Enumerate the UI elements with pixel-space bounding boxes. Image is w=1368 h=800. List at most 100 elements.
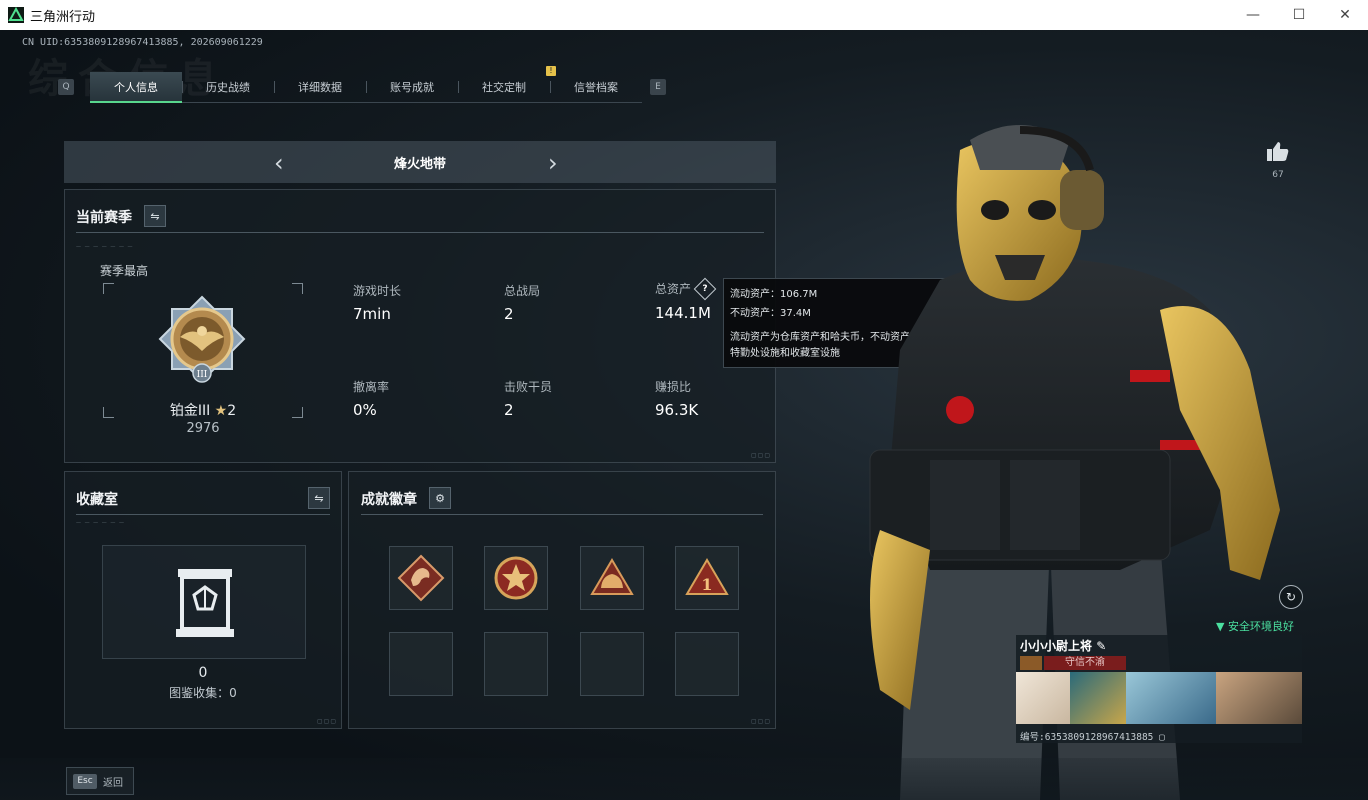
stat-value: 7min [353, 305, 391, 323]
stat-kills: 击败干员 2 [504, 378, 552, 419]
badge-slot[interactable] [580, 546, 644, 610]
window-title: 三角洲行动 [30, 9, 96, 25]
minimize-button[interactable]: — [1230, 0, 1276, 30]
like-widget[interactable]: 67 [1262, 140, 1294, 180]
security-status-text: 安全环境良好 [1227, 620, 1294, 633]
player-motto: 守信不渝 [1044, 656, 1126, 670]
stat-value: 2 [504, 401, 514, 419]
divider [361, 514, 763, 515]
star-medal-badge-icon [494, 556, 538, 600]
refresh-icon: ↻ [1285, 590, 1297, 604]
stat-value: 96.3K [655, 401, 699, 419]
collection-progress: 图鉴收集：0 [169, 686, 237, 700]
window-titlebar: 三角洲行动 — ☐ ✕ [0, 0, 1368, 31]
copy-icon[interactable]: ▢ [1159, 732, 1165, 743]
stat-label: 撤离率 [353, 380, 390, 394]
shield-icon: ▼ [1216, 620, 1225, 633]
badges-panel: 成就徽章 ⚙ 1 ▢▢▢ [348, 471, 776, 729]
panel-corner-decor: ▢▢▢ [750, 452, 771, 459]
app-logo-icon [8, 7, 24, 23]
esc-key: Esc [73, 773, 97, 789]
gear-icon: ⚙ [435, 491, 445, 505]
thumbs-up-icon [1267, 142, 1289, 161]
badge-slot[interactable] [389, 546, 453, 610]
game-viewport: 综合信息 CN UID:6353809128967413885, 2026090… [0, 30, 1368, 800]
tab-history[interactable]: 历史战绩 [182, 72, 274, 102]
stat-profit-ratio: 赚损比 96.3K [655, 378, 698, 419]
badge-slot[interactable]: 1 [675, 546, 739, 610]
decor-text: — — — — — — — [76, 244, 134, 250]
badge-slot-empty[interactable] [389, 632, 453, 696]
stat-total-matches: 总战局 2 [504, 282, 540, 323]
collection-title: 收藏室 [76, 492, 118, 508]
panel-corner-decor: ▢▢▢ [750, 718, 771, 725]
divider [76, 232, 764, 233]
tab-personal-info[interactable]: 个人信息 [90, 71, 182, 103]
player-name-text: 小小小尉上将 [1020, 639, 1093, 653]
uid-label: CN UID:6353809128967413885, 202609061229 [22, 37, 263, 48]
maximize-button[interactable]: ☐ [1276, 0, 1322, 30]
tooltip-fixed-assets: 不动资产：37.4M [730, 308, 811, 319]
collection-showcase[interactable] [102, 545, 306, 659]
rank-emblem-frame: III [103, 283, 303, 418]
rank-score: 2976 [186, 421, 220, 436]
collection-switch-button[interactable]: ⇋ [308, 487, 330, 509]
refresh-button[interactable]: ↻ [1279, 585, 1303, 609]
military-rank-icon [1020, 656, 1042, 670]
stat-label: 击败干员 [504, 380, 553, 394]
rank-one-badge-icon: 1 [685, 558, 729, 595]
stat-playtime: 游戏时长 7min [353, 282, 401, 323]
banner-image-scene [1070, 672, 1126, 724]
tab-social-label: 社交定制 [482, 80, 526, 94]
banner-image-vehicle [1126, 672, 1216, 724]
edit-icon[interactable]: ✎ [1096, 639, 1106, 653]
tab-list: 个人信息 历史战绩 详细数据 账号成就 社交定制! 信誉档案 [90, 65, 642, 103]
panel-corner-decor: ▢▢▢ [316, 718, 337, 725]
close-button[interactable]: ✕ [1322, 0, 1368, 30]
next-mode-button[interactable]: › [548, 149, 558, 177]
mode-title: 烽火地带 [393, 156, 446, 172]
season-best-label: 赛季最高 [100, 264, 149, 278]
mode-switcher: ‹ 烽火地带 › [64, 141, 776, 183]
rank-name: 铂金III ★2 [65, 400, 341, 420]
platinum-rank-icon: III [158, 295, 246, 383]
badge-slot-empty[interactable] [580, 632, 644, 696]
stat-total-assets: 总资产? 144.1M [655, 277, 717, 322]
badge-slot-empty[interactable] [484, 632, 548, 696]
stat-label: 总资产 [655, 282, 692, 296]
divider [76, 514, 330, 515]
badge-slot[interactable] [484, 546, 548, 610]
tab-bar: Q 个人信息 历史战绩 详细数据 账号成就 社交定制! 信誉档案 E [58, 65, 666, 103]
helmet-badge-icon [590, 558, 634, 595]
dragon-badge-icon [397, 554, 445, 602]
badges-settings-button[interactable]: ⚙ [429, 487, 451, 509]
collection-panel: 收藏室 ⇋ — — — — — — 0 图鉴收集：0 ▢▢▢ [64, 471, 342, 729]
banner-image-portrait [1016, 672, 1070, 724]
player-card[interactable]: 小小小尉上将 ✎ 守信不渝 编号:6353809128967413885 ▢ [1016, 635, 1302, 743]
stat-label: 总战局 [504, 284, 541, 298]
badge-slot-empty[interactable] [675, 632, 739, 696]
next-tab-key[interactable]: E [650, 79, 666, 95]
decor-text: — — — — — — [76, 520, 125, 526]
player-uid: 编号:6353809128967413885 ▢ [1020, 729, 1165, 743]
season-title: 当前赛季 [76, 210, 132, 226]
stat-extract-rate: 撤离率 0% [353, 378, 389, 419]
back-label: 返回 [103, 777, 123, 789]
tab-achievements[interactable]: 账号成就 [366, 72, 458, 102]
swap-icon: ⇋ [314, 491, 324, 505]
rank-stars: 2 [227, 403, 237, 419]
prev-mode-button[interactable]: ‹ [274, 149, 284, 177]
tab-credit[interactable]: 信誉档案 [550, 72, 642, 102]
tab-detailed-data[interactable]: 详细数据 [274, 72, 366, 102]
banner-image-character [1216, 672, 1302, 724]
season-switch-button[interactable]: ⇋ [144, 205, 166, 227]
frame-corner [103, 283, 114, 294]
help-glyph: ? [702, 283, 708, 294]
back-button[interactable]: Esc 返回 [66, 767, 134, 795]
help-icon[interactable]: ? [693, 277, 717, 300]
vault-icon [176, 569, 234, 637]
stat-value: 2 [504, 305, 514, 323]
player-name: 小小小尉上将 ✎ [1020, 637, 1106, 654]
tab-social[interactable]: 社交定制! [458, 65, 556, 102]
prev-tab-key[interactable]: Q [58, 79, 74, 95]
